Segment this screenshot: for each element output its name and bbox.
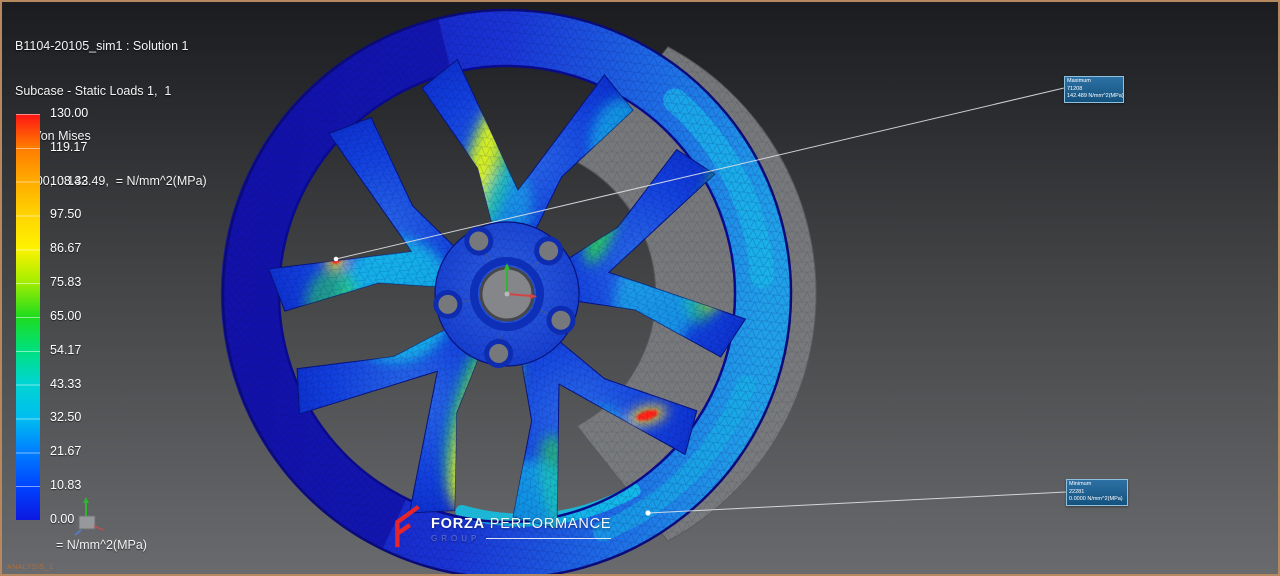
brand-tagline: GROUP <box>431 534 480 543</box>
result-range: : 0.00, : 142.49, = N/mm^2(MPa) <box>15 174 207 189</box>
result-type: - , Von Mises <box>15 129 207 144</box>
max-annotation-title: Maximum <box>1067 78 1121 86</box>
result-header: B1104-20105_sim1 : Solution 1 Subcase - … <box>15 9 207 219</box>
legend-tick-label: 10.83 <box>50 478 81 492</box>
legend-tick-label: 65.00 <box>50 309 81 323</box>
cae-viewport-window: B1104-20105_sim1 : Solution 1 Subcase - … <box>0 0 1280 576</box>
solution-title: B1104-20105_sim1 : Solution 1 <box>15 39 207 54</box>
min-point-marker <box>645 510 650 515</box>
max-point-marker <box>334 257 339 262</box>
legend-tick-label: 0.00 <box>50 512 74 526</box>
min-annotation-title: Minimum <box>1069 481 1125 489</box>
legend-tick-label: 130.00 <box>50 106 88 120</box>
subcase-label: Subcase - Static Loads 1, 1 <box>15 84 207 99</box>
legend-tick-label: 43.33 <box>50 377 81 391</box>
min-annotation-value: 0.0000 N/mm^2(MPa) <box>1069 496 1125 504</box>
max-annotation-value: 142.489 N/mm^2(MPa) <box>1067 93 1121 101</box>
brand-name: FORZA PERFORMANCE <box>431 516 611 532</box>
brand-underline <box>486 538 611 539</box>
max-annotation[interactable]: Maximum 71208 142.489 N/mm^2(MPa) <box>1064 76 1124 103</box>
legend-tick-label: 21.67 <box>50 444 81 458</box>
min-annotation-node: 22281 <box>1069 489 1125 497</box>
view-triad-icon[interactable] <box>75 497 103 535</box>
legend-tick-label: 108.33 <box>50 174 88 188</box>
legend-tick-label: 75.83 <box>50 275 81 289</box>
legend-unit-label: = N/mm^2(MPa) <box>56 538 147 552</box>
forza-logo-icon <box>388 502 424 550</box>
legend-tick-label: 119.17 <box>50 140 87 154</box>
legend-tick-label: 54.17 <box>50 343 81 357</box>
min-annotation[interactable]: Minimum 22281 0.0000 N/mm^2(MPa) <box>1066 479 1128 506</box>
brand-watermark: FORZA PERFORMANCE GROUP <box>388 502 611 550</box>
brand-secondary: PERFORMANCE <box>485 516 611 532</box>
legend-tick-label: 97.50 <box>50 207 81 221</box>
max-annotation-node: 71208 <box>1067 86 1121 94</box>
view-name-label: ANALYSIS_1 <box>7 564 54 571</box>
legend-colorbar[interactable] <box>16 114 40 520</box>
legend-tick-label: 86.67 <box>50 241 81 255</box>
brand-primary: FORZA <box>431 516 485 532</box>
legend-tick-label: 32.50 <box>50 410 81 424</box>
